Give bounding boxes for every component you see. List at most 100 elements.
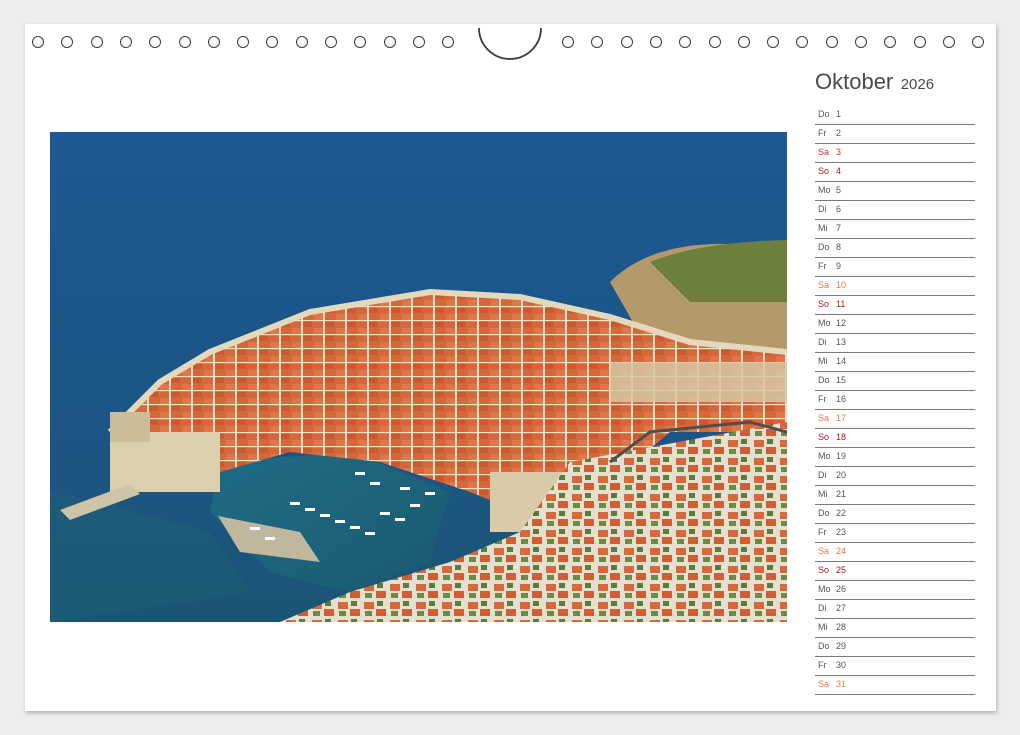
day-row: Do 29 bbox=[815, 638, 975, 657]
day-number: 5 bbox=[836, 185, 842, 195]
weekday-label: So bbox=[818, 565, 830, 575]
day-row: So 18 bbox=[815, 429, 975, 448]
weekday-label: Fr bbox=[818, 527, 827, 537]
binding-ring bbox=[295, 36, 308, 48]
binding-ring bbox=[855, 36, 867, 48]
binding-ring bbox=[32, 36, 44, 48]
day-row: Mi 21 bbox=[815, 486, 975, 505]
day-number: 28 bbox=[836, 622, 847, 632]
day-number: 3 bbox=[836, 147, 842, 157]
day-number: 31 bbox=[836, 679, 847, 689]
weekday-label: Fr bbox=[818, 128, 827, 138]
binding-ring bbox=[207, 36, 220, 48]
binding-ring bbox=[61, 36, 74, 48]
weekday-label: Do bbox=[818, 109, 830, 119]
weekday-label: Mo bbox=[818, 318, 831, 328]
binding-ring bbox=[679, 36, 692, 48]
day-row: Mi 7 bbox=[815, 220, 975, 239]
binding-ring bbox=[325, 36, 337, 48]
binding-ring bbox=[412, 36, 425, 48]
day-number: 22 bbox=[836, 508, 847, 518]
day-row: Do 15 bbox=[815, 372, 975, 391]
weekday-label: Do bbox=[818, 242, 830, 252]
day-row: Mo 19 bbox=[815, 448, 975, 467]
weekday-label: Fr bbox=[818, 660, 827, 670]
weekday-label: Sa bbox=[818, 413, 830, 423]
day-number: 18 bbox=[836, 432, 847, 442]
day-number: 24 bbox=[836, 546, 847, 556]
day-row: Di 13 bbox=[815, 334, 975, 353]
month-name: Oktober bbox=[815, 69, 894, 94]
day-number: 16 bbox=[836, 394, 847, 404]
day-row: Sa 17 bbox=[815, 410, 975, 429]
month-title: Oktober 2026 bbox=[815, 69, 934, 95]
day-row: Sa 31 bbox=[815, 676, 975, 695]
day-number: 11 bbox=[836, 299, 846, 309]
day-row: Do 1 bbox=[815, 106, 975, 125]
day-row: Fr 9 bbox=[815, 258, 975, 277]
binding-ring bbox=[119, 36, 132, 48]
weekday-label: Mi bbox=[818, 356, 828, 366]
weekday-label: Do bbox=[818, 508, 830, 518]
day-row: Sa 3 bbox=[815, 144, 975, 163]
day-number: 9 bbox=[836, 261, 842, 271]
day-number: 17 bbox=[836, 413, 847, 423]
day-row: Di 6 bbox=[815, 201, 975, 220]
weekday-label: Do bbox=[818, 375, 830, 385]
day-row: Fr 30 bbox=[815, 657, 975, 676]
binding-ring bbox=[708, 36, 721, 48]
weekday-label: Mi bbox=[818, 489, 828, 499]
binding-ring bbox=[149, 36, 162, 48]
weekday-label: Sa bbox=[818, 280, 830, 290]
binding-ring bbox=[237, 36, 250, 48]
weekday-label: So bbox=[818, 299, 830, 309]
day-number: 29 bbox=[836, 641, 847, 651]
weekday-label: Fr bbox=[818, 394, 827, 404]
day-row: Mi 14 bbox=[815, 353, 975, 372]
weekday-label: Di bbox=[818, 470, 827, 480]
year-label: 2026 bbox=[900, 76, 935, 93]
hanger-cutout-icon bbox=[478, 27, 542, 60]
binding-ring bbox=[620, 36, 633, 48]
weekday-label: Mi bbox=[818, 223, 828, 233]
day-number: 10 bbox=[836, 280, 847, 290]
binding-ring bbox=[767, 36, 780, 48]
day-row: Do 22 bbox=[815, 505, 975, 524]
weekday-label: Mo bbox=[818, 451, 831, 461]
day-number: 2 bbox=[836, 128, 842, 138]
weekday-label: So bbox=[818, 166, 830, 176]
day-row: Do 8 bbox=[815, 239, 975, 258]
weekday-label: Sa bbox=[818, 546, 830, 556]
day-row: So 25 bbox=[815, 562, 975, 581]
day-number: 20 bbox=[836, 470, 847, 480]
weekday-label: Sa bbox=[818, 679, 830, 689]
day-row: Di 27 bbox=[815, 600, 975, 619]
day-row: Mo 5 bbox=[815, 182, 975, 201]
day-row: Fr 16 bbox=[815, 391, 975, 410]
day-number: 15 bbox=[836, 375, 847, 385]
day-number: 19 bbox=[836, 451, 847, 461]
binding-ring bbox=[942, 36, 955, 48]
binding-ring bbox=[737, 36, 750, 48]
binding-ring bbox=[796, 36, 809, 48]
day-number: 23 bbox=[836, 527, 847, 537]
binding-ring bbox=[884, 36, 897, 48]
day-number: 1 bbox=[836, 109, 842, 119]
day-number: 27 bbox=[836, 603, 847, 613]
aerial-harbour-photo bbox=[50, 132, 787, 622]
day-number: 6 bbox=[836, 204, 842, 214]
day-row: Fr 2 bbox=[815, 125, 975, 144]
weekday-label: Mo bbox=[818, 584, 831, 594]
calendar-page: Oktober 2026 Do 1 Fr 2 Sa 3 So 4 Mo 5 Di 6 Mi 7 Do 8 Fr 9… bbox=[25, 24, 996, 711]
day-row: Mi 28 bbox=[815, 619, 975, 638]
day-number: 12 bbox=[836, 318, 847, 328]
day-row: So 4 bbox=[815, 163, 975, 182]
day-row: Di 20 bbox=[815, 467, 975, 486]
day-row: Sa 24 bbox=[815, 543, 975, 562]
weekday-label: Di bbox=[818, 603, 827, 613]
binding-ring bbox=[825, 36, 838, 48]
binding-ring bbox=[442, 36, 455, 48]
weekday-label: Mo bbox=[818, 185, 831, 195]
binding-ring bbox=[972, 36, 985, 48]
day-number: 26 bbox=[836, 584, 847, 594]
